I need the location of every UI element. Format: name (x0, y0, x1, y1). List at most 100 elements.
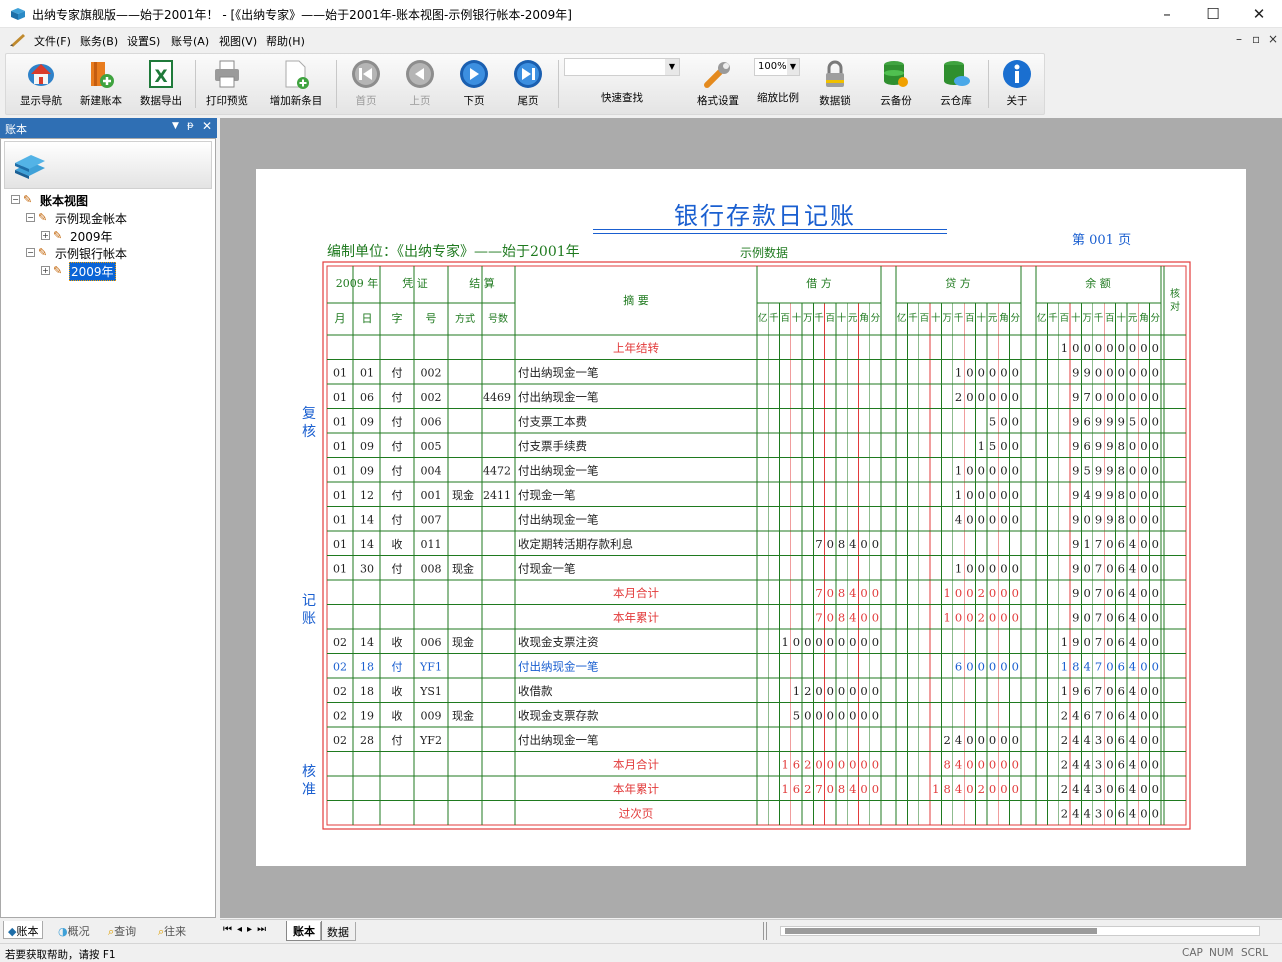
credit-digit: 0 (1000, 488, 1007, 502)
balance-digit: 0 (1152, 439, 1159, 453)
debit-digit: 1 (782, 635, 789, 649)
debit-digit: 0 (827, 586, 834, 600)
balance-digit: 4 (1129, 562, 1136, 576)
next-sheet-icon[interactable]: ▸ (247, 924, 257, 935)
balance-digit: 6 (1118, 635, 1125, 649)
balance-digit: 0 (1106, 782, 1113, 796)
balance-digit: 0 (1118, 366, 1125, 380)
credit-digit: 0 (989, 782, 996, 796)
credit-digit: 0 (966, 488, 973, 502)
header-settle: 结 算 (469, 276, 495, 290)
cell-summary: 收借款 (518, 684, 553, 698)
header-digit: 角 (1139, 312, 1149, 324)
sheet-tab-data[interactable]: 数据 (320, 922, 356, 941)
last-sheet-icon[interactable]: ⏭ (257, 924, 271, 935)
debit-digit: 0 (860, 611, 867, 625)
debit-digit: 4 (849, 586, 856, 600)
balance-digit: 0 (1140, 488, 1147, 502)
header-digit: 角 (859, 312, 869, 324)
cell-hao: 005 (421, 440, 442, 453)
header-digit: 千 (908, 313, 918, 324)
cell-hao: 001 (421, 489, 442, 502)
balance-digit: 4 (1083, 782, 1090, 796)
credit-digit: 0 (978, 733, 985, 747)
credit-digit: 0 (989, 366, 996, 380)
balance-digit: 0 (1140, 562, 1147, 576)
balance-digit: 6 (1118, 660, 1125, 674)
prev-sheet-icon[interactable]: ◂ (237, 924, 247, 935)
header-summary: 摘 要 (623, 293, 649, 307)
credit-digit: 1 (943, 586, 950, 600)
cell-hao: 009 (421, 710, 442, 723)
sheet-tab-ledger[interactable]: 账本 (286, 921, 322, 941)
balance-digit: 0 (1152, 390, 1159, 404)
header-digit: 千 (814, 313, 824, 324)
balance-digit: 4 (1129, 782, 1136, 796)
cell-summary: 付支票手续费 (518, 439, 587, 453)
balance-digit: 0 (1106, 366, 1113, 380)
balance-digit: 0 (1106, 390, 1113, 404)
horizontal-scrollbar[interactable] (780, 926, 1260, 936)
credit-digit: 1 (932, 782, 939, 796)
header-check: 核 (1170, 287, 1180, 300)
balance-digit: 0 (1106, 684, 1113, 698)
cell-summary: 付出纳现金一笔 (518, 366, 599, 380)
debit-digit: 0 (838, 635, 845, 649)
status-help: 若要获取帮助，请按 F1 (5, 949, 116, 961)
balance-digit: 0 (1152, 611, 1159, 625)
balance-digit: 0 (1140, 807, 1147, 821)
balance-digit: 0 (1152, 733, 1159, 747)
balance-digit: 8 (1118, 464, 1125, 478)
credit-digit: 6 (955, 660, 962, 674)
debit-digit: 0 (815, 684, 822, 698)
balance-digit: 9 (1072, 684, 1079, 698)
debit-digit: 4 (849, 537, 856, 551)
balance-digit: 0 (1129, 439, 1136, 453)
balance-digit: 0 (1118, 341, 1125, 355)
balance-digit: 6 (1118, 758, 1125, 772)
balance-digit: 0 (1152, 366, 1159, 380)
debit-digit: 2 (804, 684, 811, 698)
header-zi: 字 (392, 311, 403, 325)
cell-summary: 付出纳现金一笔 (518, 464, 599, 478)
credit-digit: 1 (978, 439, 985, 453)
debit-digit: 8 (838, 611, 845, 625)
cell-day: 01 (360, 367, 374, 380)
cell-summary: 本月合计 (613, 586, 659, 600)
balance-digit: 4 (1083, 733, 1090, 747)
debit-digit: 2 (804, 758, 811, 772)
balance-digit: 0 (1140, 390, 1147, 404)
header-digit: 百 (920, 313, 930, 324)
first-sheet-icon[interactable]: ⏮ (223, 924, 237, 935)
cell-day: 06 (360, 391, 374, 404)
debit-digit: 0 (860, 782, 867, 796)
cell-day: 09 (360, 416, 374, 429)
debit-digit: 0 (827, 611, 834, 625)
header-digit: 十 (931, 312, 941, 324)
balance-digit: 9 (1072, 439, 1079, 453)
header-digit: 万 (803, 313, 813, 324)
balance-digit: 4 (1129, 611, 1136, 625)
credit-digit: 2 (955, 390, 962, 404)
balance-digit: 3 (1095, 758, 1102, 772)
credit-digit: 0 (966, 733, 973, 747)
debit-digit: 0 (849, 709, 856, 723)
credit-digit: 0 (1000, 660, 1007, 674)
header-digit: 分 (871, 313, 881, 324)
debit-digit: 1 (782, 758, 789, 772)
balance-digit: 0 (1140, 439, 1147, 453)
cell-method: 现金 (452, 635, 474, 649)
cell-month: 01 (333, 514, 347, 527)
cell-day: 09 (360, 465, 374, 478)
balance-digit: 9 (1095, 439, 1102, 453)
credit-digit: 1 (955, 366, 962, 380)
credit-digit: 0 (1000, 513, 1007, 527)
header-hao: 号 (426, 312, 437, 325)
debit-digit: 0 (827, 635, 834, 649)
balance-digit: 1 (1061, 341, 1068, 355)
scrollbar-thumb[interactable] (785, 928, 1097, 934)
split-handle[interactable] (763, 922, 767, 940)
balance-digit: 0 (1106, 758, 1113, 772)
cell-hao: 008 (421, 563, 442, 576)
header-debit: 借 方 (806, 276, 832, 290)
